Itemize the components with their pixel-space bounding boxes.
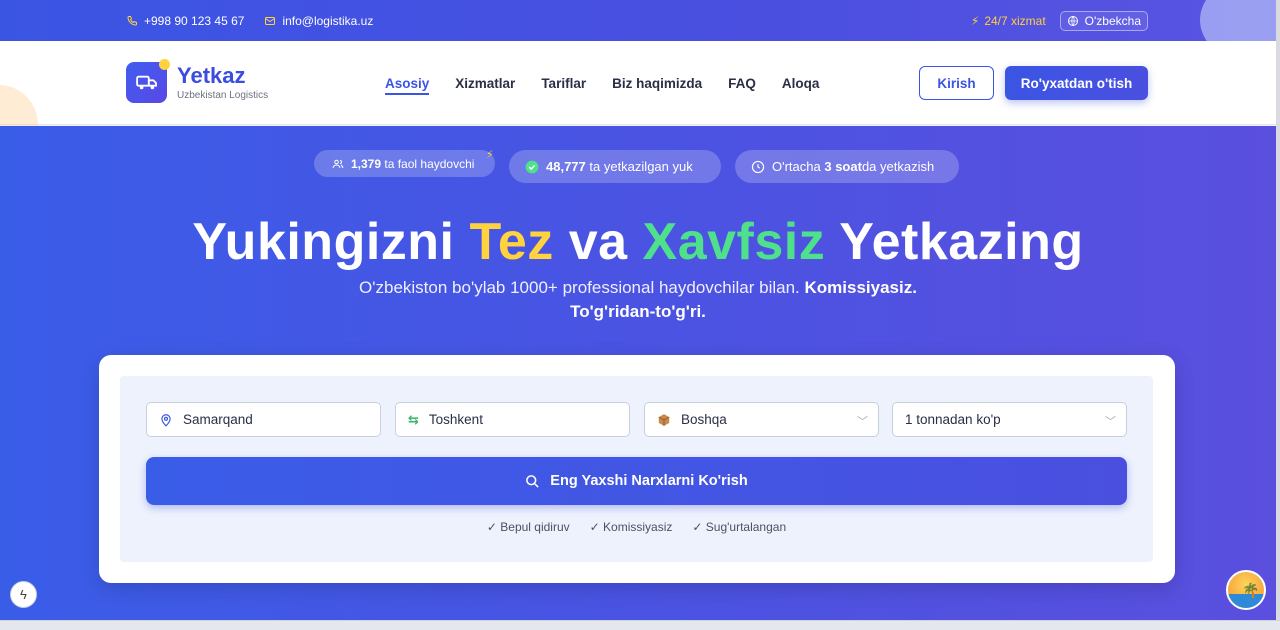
- search-features: ✓ Bepul qidiruv ✓ Komissiyasiz ✓ Sug'urt…: [120, 520, 1153, 534]
- main-navbar: Yetkaz Uzbekistan Logistics Asosiy Xizma…: [0, 41, 1276, 125]
- service-badge: ⚡ 24/7 xizmat: [971, 14, 1046, 28]
- title-xavfsiz: Xavfsiz: [642, 213, 826, 271]
- weight-select[interactable]: 1 tonnadan ko'p ﹀: [892, 402, 1127, 437]
- stat-cargo: 48,777 ta yetkazilgan yuk: [509, 150, 721, 183]
- title-part-1: Yukingizni: [192, 213, 455, 271]
- package-icon: [658, 413, 670, 426]
- brand-tagline: Uzbekistan Logistics: [177, 90, 269, 101]
- cargo-type-value: Boshqa: [681, 412, 727, 427]
- nav-item-tariflar[interactable]: Tariflar: [541, 76, 586, 91]
- users-icon: [332, 159, 344, 168]
- clock-icon: [751, 160, 765, 173]
- language-selector[interactable]: O'zbekcha: [1059, 10, 1148, 31]
- search-card: Samarqand ⇆ Toshkent Boshqa ﹀ 1 tonnadan…: [99, 355, 1175, 583]
- brand-logo[interactable]: Yetkaz Uzbekistan Logistics: [126, 59, 269, 103]
- hero-section: 1,379 ta faol haydovchi ⚡ 48,777 ta yetk…: [0, 126, 1276, 620]
- search-form: Samarqand ⇆ Toshkent Boshqa ﹀ 1 tonnadan…: [120, 376, 1153, 562]
- from-input[interactable]: Samarqand: [146, 402, 381, 437]
- time-prefix: O'rtacha: [772, 159, 821, 174]
- top-bar: +998 90 123 45 67 info@logistika.uz ⚡ 24…: [0, 0, 1276, 41]
- truck-logo-icon: [126, 59, 170, 103]
- phone-contact[interactable]: +998 90 123 45 67: [126, 14, 244, 28]
- feature-no-commission: ✓ Komissiyasiz: [589, 520, 673, 534]
- time-value: 3 soat: [824, 159, 862, 174]
- swap-arrows-icon: ⇆: [408, 411, 419, 427]
- to-input[interactable]: ⇆ Toshkent: [395, 402, 630, 437]
- email-contact[interactable]: info@logistika.uz: [264, 14, 373, 28]
- register-button[interactable]: Ro'yxatdan o'tish: [1005, 66, 1148, 100]
- phone-icon: [127, 15, 137, 26]
- check-circle-icon: [525, 160, 539, 173]
- location-pin-icon: [161, 413, 171, 427]
- bolt-icon-small: ⚡: [486, 149, 494, 161]
- search-icon: [526, 474, 539, 488]
- logo-dot: [159, 59, 170, 70]
- drivers-label: ta faol haydovchi: [384, 156, 475, 171]
- time-suffix: da yetkazish: [861, 159, 935, 174]
- title-tez: Tez: [469, 213, 554, 271]
- hero-subtitle: O'zbekiston bo'ylab 1000+ professional h…: [318, 276, 958, 324]
- title-part-2: Yetkazing: [839, 213, 1084, 271]
- phone-text: +998 90 123 45 67: [144, 13, 245, 28]
- bolt-icon: ⚡: [970, 13, 980, 28]
- feature-free-search: ✓ Bepul qidiruv: [486, 520, 570, 534]
- page-scrollbar[interactable]: [1276, 0, 1280, 620]
- nav-item-aloqa[interactable]: Aloqa: [782, 76, 820, 91]
- drivers-count: 1,379: [351, 156, 382, 171]
- search-prices-button[interactable]: Eng Yaxshi Narxlarni Ko'rish: [146, 457, 1127, 505]
- nav-item-asosiy[interactable]: Asosiy: [385, 76, 430, 95]
- login-button[interactable]: Kirish: [919, 66, 994, 100]
- hero-title: Yukingizni Tez va Xavfsiz Yetkazing: [0, 212, 1276, 272]
- subtitle-text: O'zbekiston bo'ylab 1000+ professional h…: [359, 278, 800, 297]
- nav-item-faq[interactable]: FAQ: [728, 76, 756, 91]
- nav-menu: Asosiy Xizmatlar Tariflar Biz haqimizda …: [385, 41, 819, 125]
- search-button-label: Eng Yaxshi Narxlarni Ko'rish: [550, 473, 748, 489]
- email-text: info@logistika.uz: [282, 13, 374, 28]
- cargo-label: ta yetkazilgan yuk: [589, 159, 693, 174]
- palm-tree-icon: 🌴: [1242, 582, 1260, 598]
- language-label: O'zbekcha: [1084, 13, 1141, 28]
- chevron-down-icon: ﹀: [857, 416, 868, 428]
- from-value: Samarqand: [183, 412, 253, 427]
- weight-value: 1 tonnadan ko'p: [905, 412, 1001, 427]
- brand-name: Yetkaz: [177, 63, 246, 88]
- title-va: va: [568, 213, 628, 271]
- stat-delivery-time: O'rtacha 3 soatda yetkazish: [735, 150, 959, 183]
- chat-widget-button[interactable]: 🌴: [1226, 570, 1266, 610]
- bolt-icon: ϟ: [20, 587, 27, 602]
- chevron-down-icon: ﹀: [1105, 416, 1116, 428]
- service-text: 24/7 xizmat: [984, 13, 1046, 28]
- cargo-type-select[interactable]: Boshqa ﹀: [644, 402, 879, 437]
- nav-item-biz-haqimizda[interactable]: Biz haqimizda: [612, 76, 702, 91]
- cargo-count: 48,777: [546, 159, 586, 174]
- quick-action-bolt-button[interactable]: ϟ: [10, 581, 37, 608]
- stat-drivers: 1,379 ta faol haydovchi: [314, 150, 495, 177]
- globe-icon: [1067, 15, 1078, 26]
- to-value: Toshkent: [428, 412, 483, 427]
- feature-insured: ✓ Sug'urtalangan: [692, 520, 787, 534]
- os-taskbar: [0, 620, 1280, 630]
- nav-item-xizmatlar[interactable]: Xizmatlar: [455, 76, 515, 91]
- mail-icon: [265, 16, 276, 25]
